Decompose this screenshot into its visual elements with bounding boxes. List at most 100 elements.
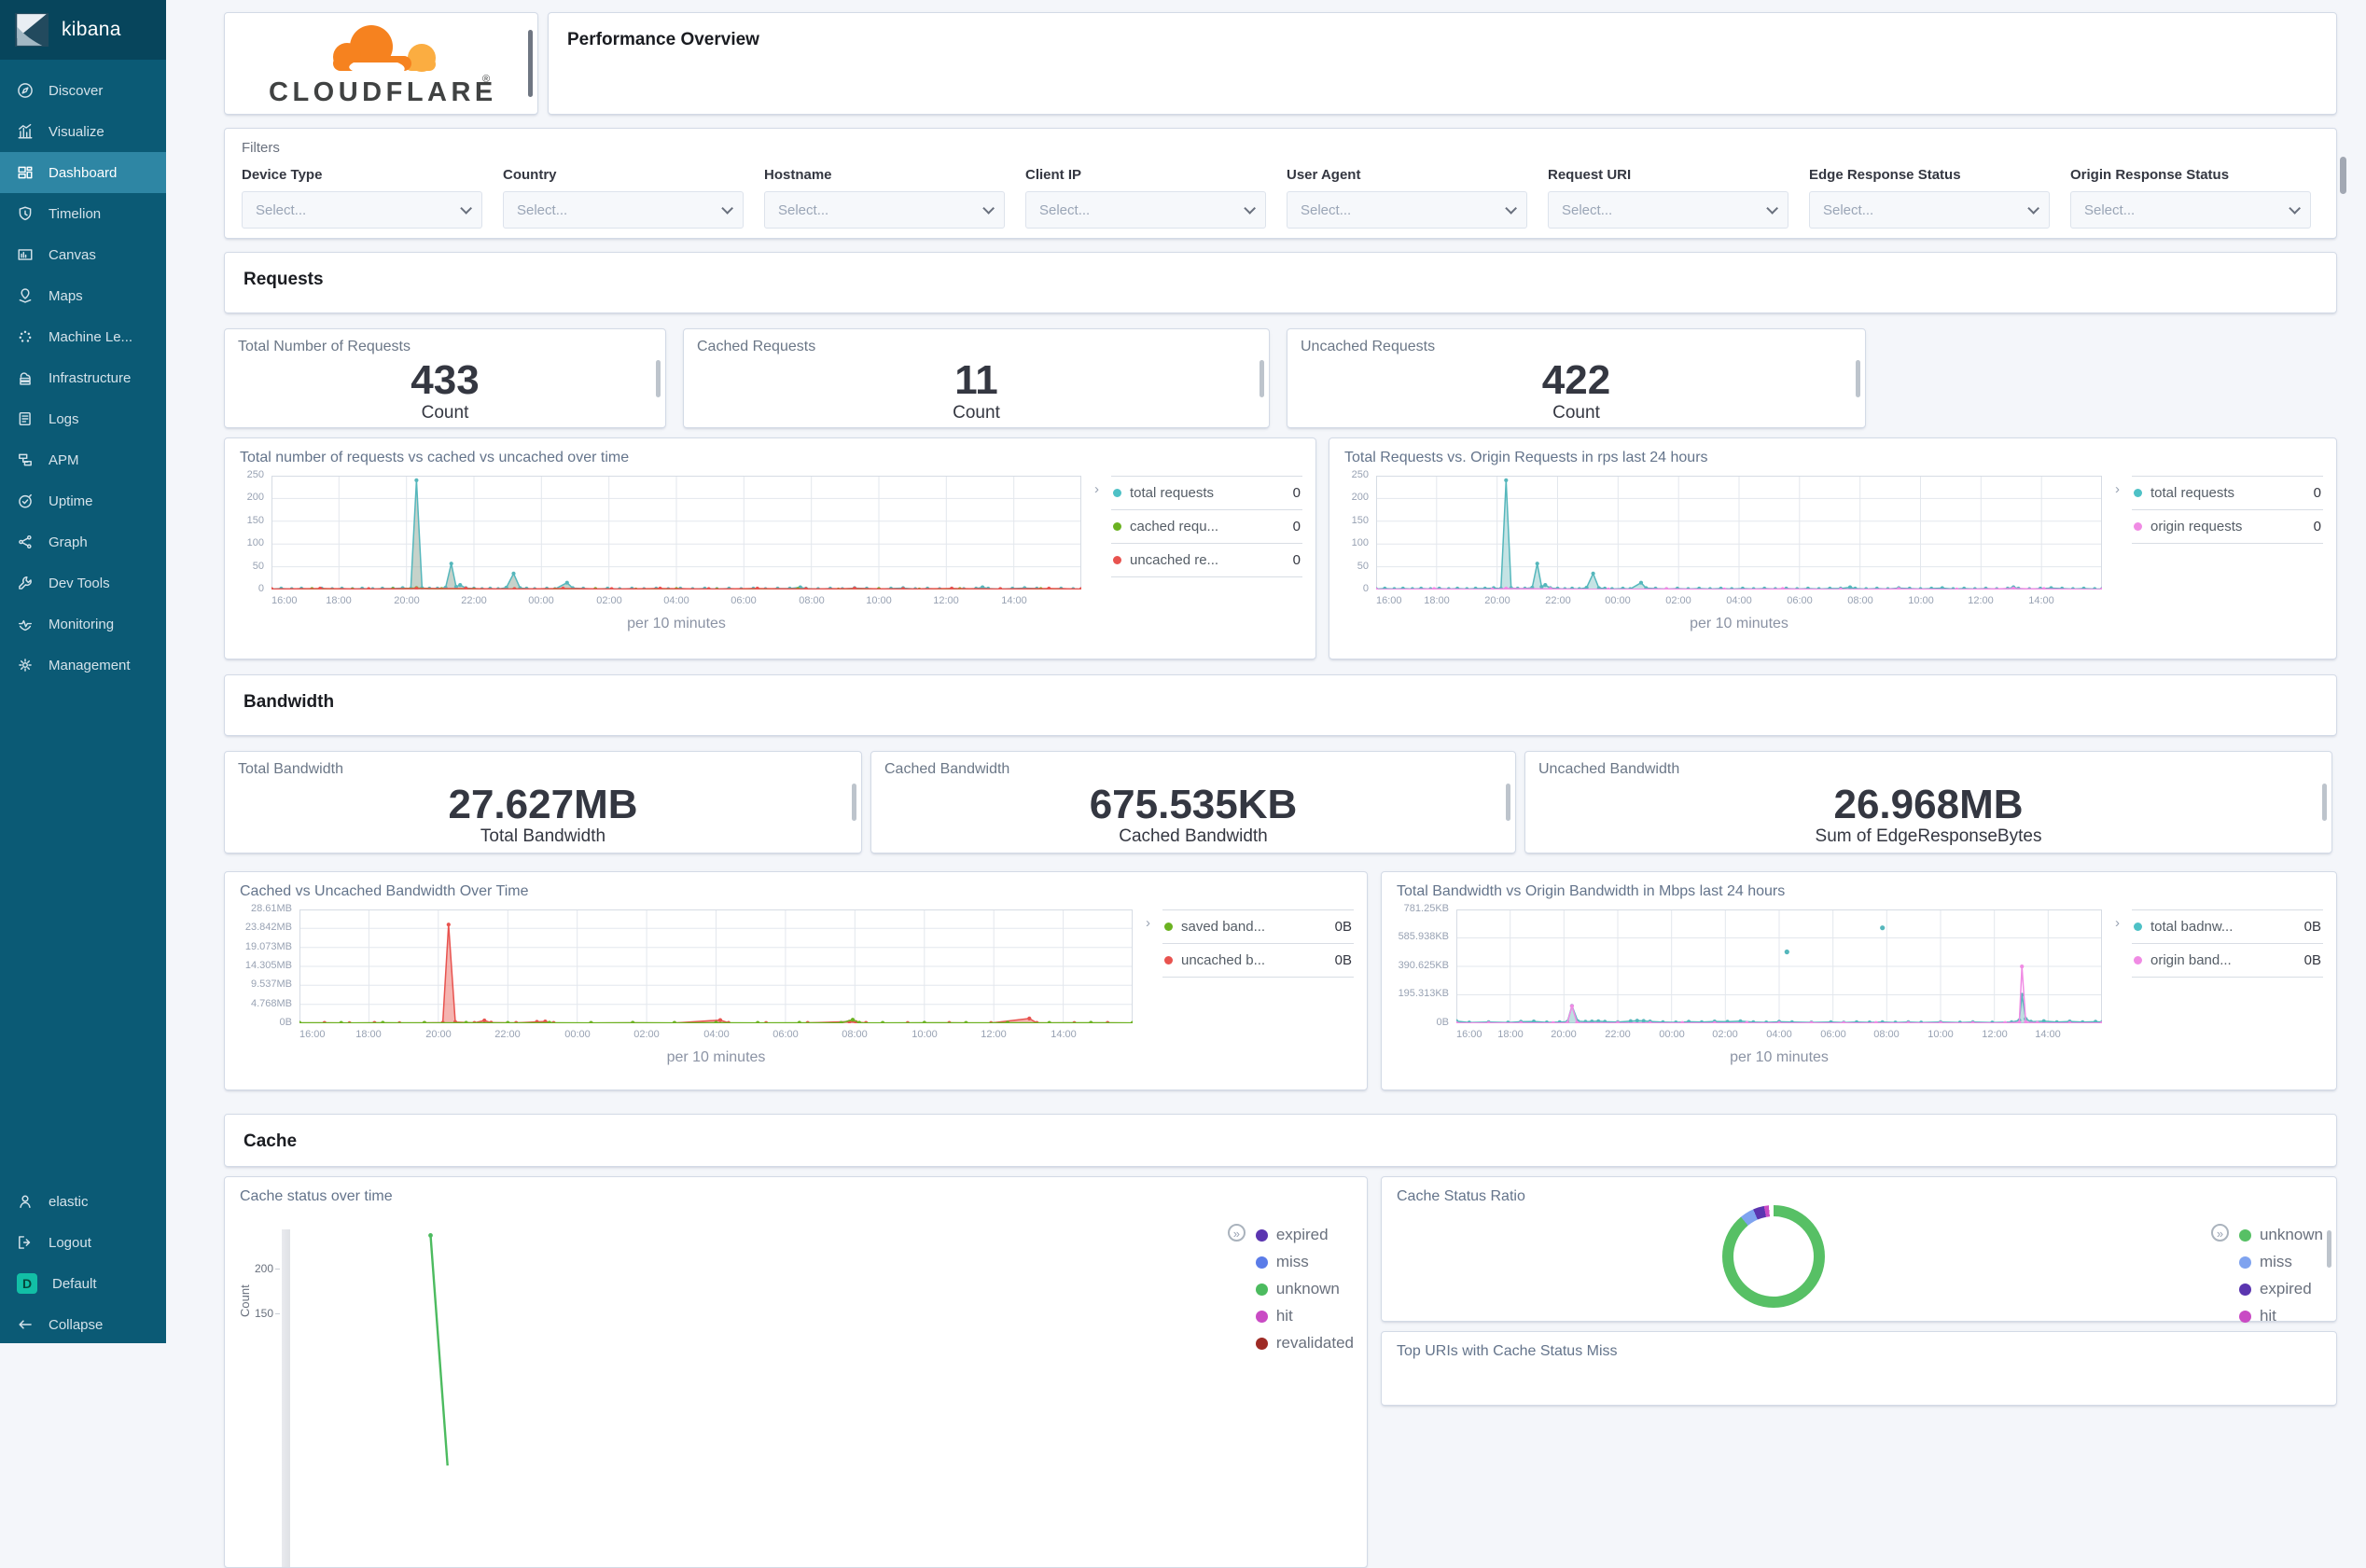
x-axis-tick: 08:00 (1847, 595, 1873, 606)
filter-select[interactable]: Select... (242, 191, 482, 229)
panel-resize-handle[interactable] (852, 784, 856, 821)
sidebar-item-label: Infrastructure (49, 370, 131, 386)
panel-resize-handle[interactable] (656, 360, 661, 397)
legend-label: origin requests (2150, 519, 2305, 534)
sidebar-item-dev-tools[interactable]: Dev Tools (0, 562, 166, 604)
sidebar-item-monitoring[interactable]: Monitoring (0, 604, 166, 645)
panel-resize-handle[interactable] (2327, 1230, 2331, 1268)
select-placeholder: Select... (1039, 202, 1090, 218)
legend-item[interactable]: total badnw... 0B (2132, 909, 2323, 943)
sidebar-footer-collapse[interactable]: Collapse (0, 1304, 166, 1345)
metric-total-bandwidth: Total Bandwidth 27.627MB Total Bandwidth (224, 751, 862, 853)
sidebar-footer-logout[interactable]: Logout (0, 1222, 166, 1263)
metric-title: Uncached Requests (1287, 329, 1865, 355)
sidebar-item-canvas[interactable]: Canvas (0, 234, 166, 275)
sidebar-item-discover[interactable]: Discover (0, 70, 166, 111)
legend-dot-icon (2134, 956, 2142, 964)
filter-select[interactable]: Select... (1548, 191, 1788, 229)
filter-select[interactable]: Select... (764, 191, 1005, 229)
y-axis-tick: 50 (238, 561, 264, 572)
legend-item[interactable]: hit (1256, 1307, 1354, 1325)
legend-label: total requests (1130, 485, 1285, 501)
filter-label: Client IP (1025, 167, 1266, 183)
legend-collapse-icon[interactable]: » (1228, 1224, 1246, 1242)
cache-status-ratio-donut[interactable] (1722, 1205, 1825, 1308)
sidebar-item-management[interactable]: Management (0, 645, 166, 686)
x-axis-tick: 14:00 (2028, 595, 2054, 606)
sidebar-item-label: Timelion (49, 206, 101, 222)
legend-item[interactable]: unknown (2239, 1226, 2323, 1244)
filter-row: Device Type Select... Country Select... … (242, 167, 2319, 229)
legend-item[interactable]: revalidated (1256, 1334, 1354, 1353)
panel-resize-handle[interactable] (1260, 360, 1264, 397)
legend-item[interactable]: origin requests 0 (2132, 509, 2323, 544)
y-axis-tick: 150 (238, 515, 264, 526)
select-placeholder: Select... (1562, 202, 1612, 218)
x-axis-tick: 22:00 (1605, 1029, 1631, 1040)
sidebar-item-label: Logs (49, 411, 79, 427)
sidebar-item-machine-le-[interactable]: Machine Le... (0, 316, 166, 357)
legend-item[interactable]: uncached re... 0 (1111, 543, 1302, 577)
legend-item[interactable]: miss (1256, 1253, 1354, 1271)
kibana-logo-icon (15, 13, 49, 47)
legend-item[interactable]: origin band... 0B (2132, 943, 2323, 978)
filter-user-agent: User Agent Select... (1287, 167, 1527, 229)
legend-collapse-icon[interactable]: › (2115, 915, 2120, 931)
sidebar-item-uptime[interactable]: Uptime (0, 480, 166, 521)
sidebar-item-label: Uptime (49, 493, 93, 509)
x-axis-tick: 04:00 (1766, 1029, 1792, 1040)
select-placeholder: Select... (1301, 202, 1351, 218)
x-axis-tick: 10:00 (912, 1029, 938, 1040)
panel-resize-handle[interactable] (2322, 784, 2327, 821)
legend-item[interactable]: uncached b... 0B (1162, 943, 1354, 978)
legend-item[interactable]: expired (1256, 1226, 1354, 1244)
legend-item[interactable]: hit (2239, 1307, 2323, 1325)
sidebar-item-logs[interactable]: Logs (0, 398, 166, 439)
sidebar-item-dashboard[interactable]: Dashboard (0, 152, 166, 193)
sidebar-item-visualize[interactable]: Visualize (0, 111, 166, 152)
legend-collapse-icon[interactable]: › (2115, 481, 2120, 497)
cache-status-ratio-panel: Cache Status Ratio » unknown miss expire… (1381, 1176, 2337, 1322)
panel-resize-handle[interactable] (1506, 784, 1510, 821)
legend-item[interactable]: unknown (1256, 1280, 1354, 1298)
legend-collapse-icon[interactable]: › (1146, 915, 1150, 931)
legend-value: 0 (2314, 519, 2321, 534)
y-axis-tick: 100 (1343, 537, 1369, 548)
filter-label: Request URI (1548, 167, 1788, 183)
panel-resize-handle[interactable] (528, 30, 533, 97)
legend-item[interactable]: miss (2239, 1253, 2323, 1271)
filter-select[interactable]: Select... (503, 191, 744, 229)
filter-label: User Agent (1287, 167, 1527, 183)
sidebar-item-graph[interactable]: Graph (0, 521, 166, 562)
chart-body: 05010015020025016:0018:0020:0022:0000:00… (225, 472, 1315, 635)
filter-select[interactable]: Select... (1287, 191, 1527, 229)
legend-item[interactable]: expired (2239, 1280, 2323, 1298)
filter-select[interactable]: Select... (2070, 191, 2311, 229)
y-axis-tick: 23.842MB (238, 922, 292, 933)
legend-item[interactable]: saved band... 0B (1162, 909, 1354, 943)
legend-item[interactable]: cached requ... 0 (1111, 509, 1302, 543)
sidebar-item-maps[interactable]: Maps (0, 275, 166, 316)
x-axis-tick: 06:00 (1820, 1029, 1846, 1040)
panel-resize-handle[interactable] (1856, 360, 1860, 397)
x-axis-tick: 16:00 (299, 1029, 326, 1040)
y-axis-tick: 4.768MB (238, 998, 292, 1009)
legend-item[interactable]: total requests 0 (1111, 476, 1302, 509)
sidebar-item-apm[interactable]: APM (0, 439, 166, 480)
legend-collapse-icon[interactable]: › (1094, 481, 1099, 497)
requests-section-panel: Requests (224, 252, 2337, 313)
requests-section-title: Requests (225, 253, 2336, 307)
legend-dot-icon (1113, 489, 1121, 497)
sidebar-footer-label: Logout (49, 1235, 91, 1251)
sidebar-footer-default[interactable]: DDefault (0, 1263, 166, 1304)
filter-select[interactable]: Select... (1809, 191, 2050, 229)
page-scrollbar[interactable] (2340, 157, 2346, 194)
legend-dot-icon (2134, 923, 2142, 931)
sidebar-footer-elastic[interactable]: elastic (0, 1181, 166, 1222)
sidebar-item-timelion[interactable]: Timelion (0, 193, 166, 234)
legend-item[interactable]: total requests 0 (2132, 476, 2323, 509)
filter-select[interactable]: Select... (1025, 191, 1266, 229)
x-axis-tick: 20:00 (425, 1029, 452, 1040)
sidebar-item-infrastructure[interactable]: Infrastructure (0, 357, 166, 398)
legend-collapse-icon[interactable]: » (2211, 1224, 2229, 1242)
